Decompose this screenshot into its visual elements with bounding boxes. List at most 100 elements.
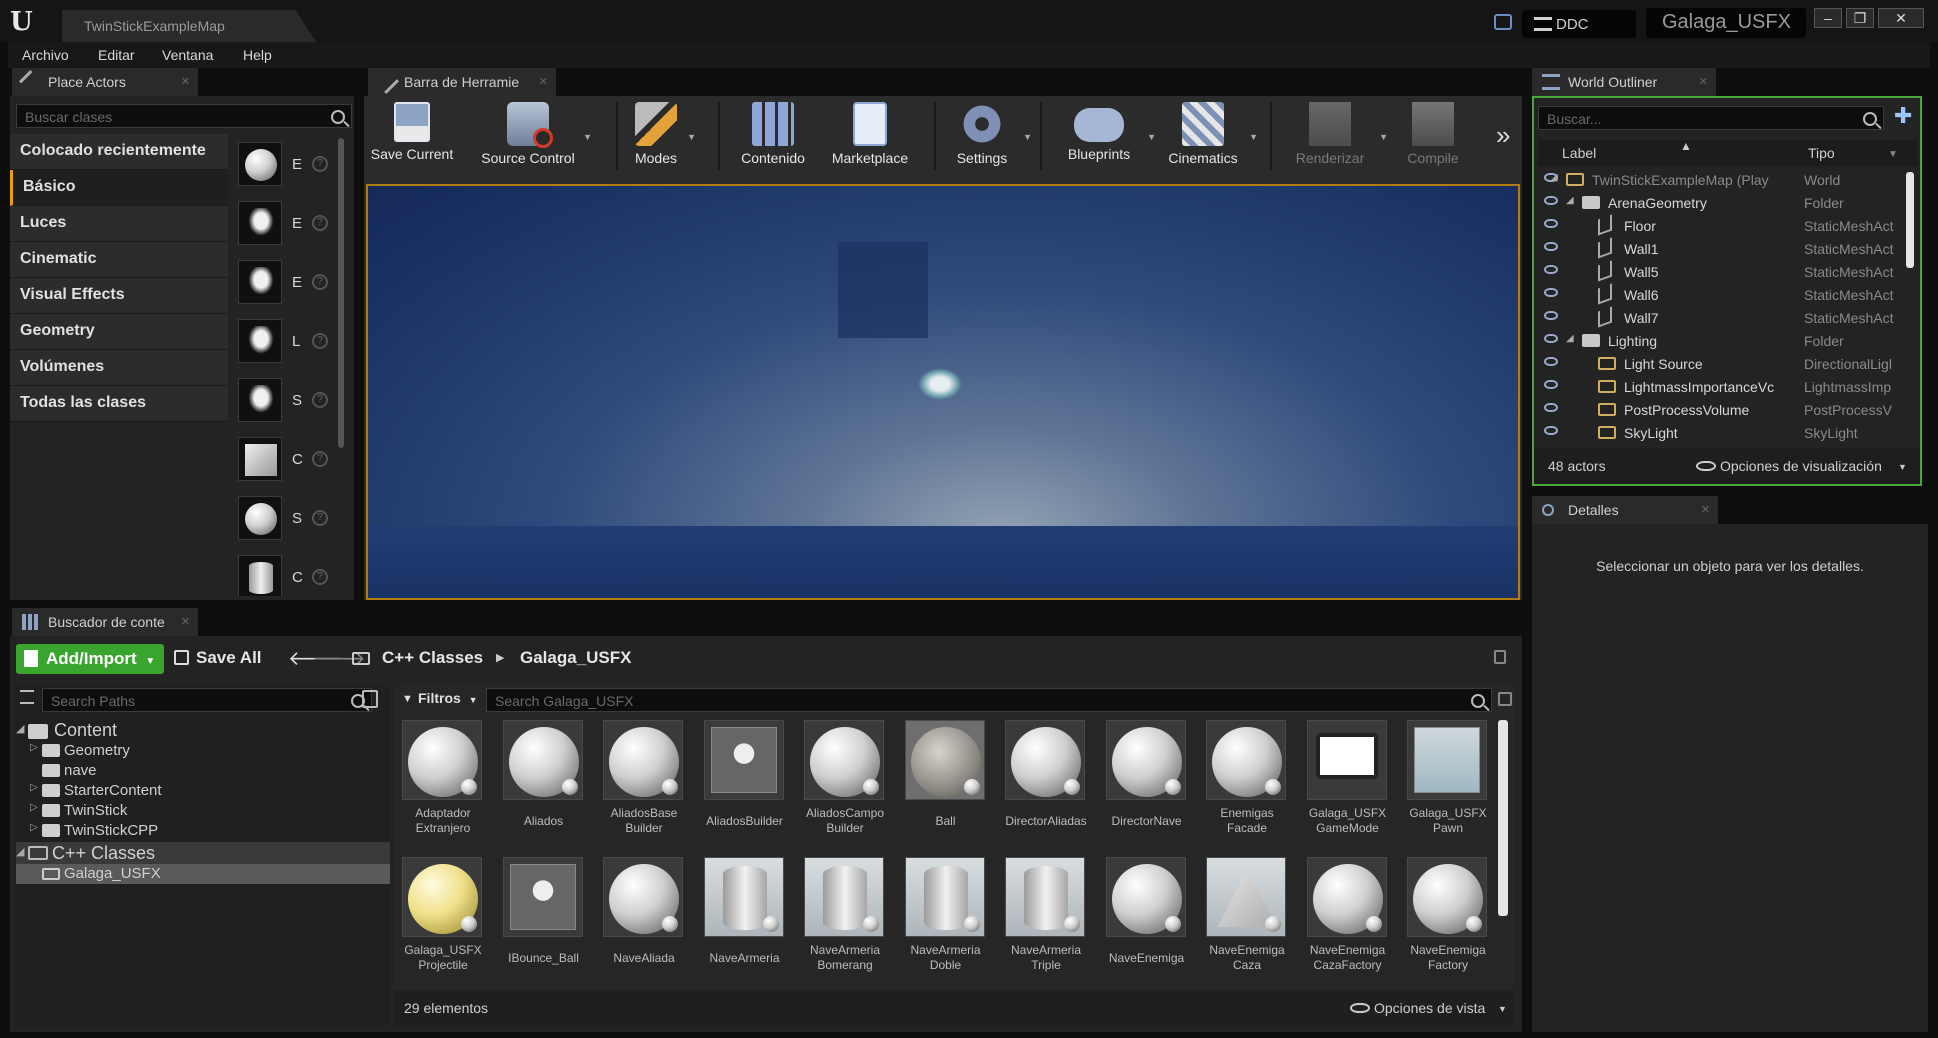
help-icon[interactable]: ? — [312, 333, 328, 349]
dropdown-arrow-icon[interactable]: ▼ — [1898, 462, 1907, 472]
place-actors-search[interactable]: Buscar clases — [16, 104, 352, 128]
place-actor-item[interactable]: C? — [238, 553, 338, 596]
filters-button[interactable]: ▼ Filtros ▼ — [402, 690, 478, 706]
outliner-row[interactable]: Wall5 StaticMeshAct — [1542, 260, 1893, 283]
visibility-eye-icon[interactable] — [1544, 242, 1558, 251]
ddc-button[interactable]: DDC — [1522, 10, 1636, 38]
add-folder-icon[interactable]: ✚ — [1894, 105, 1914, 128]
visibility-eye-icon[interactable] — [1544, 403, 1558, 412]
place-actor-item[interactable]: E? — [238, 199, 338, 249]
outliner-row[interactable]: Wall6 StaticMeshAct — [1542, 283, 1893, 306]
save-current-button[interactable]: Save Current — [370, 102, 454, 174]
content-button[interactable]: Contenido — [730, 102, 816, 174]
compile-button[interactable]: Compile — [1394, 102, 1472, 174]
asset-tile[interactable]: NaveEnemiga Factory — [1407, 857, 1489, 973]
asset-tile[interactable]: AliadosBase Builder — [603, 720, 685, 836]
asset-tile[interactable]: DirectorAliadas — [1005, 720, 1087, 829]
source-control-button[interactable]: Source Control ▼ — [474, 102, 592, 174]
outliner-row[interactable]: Wall7 StaticMeshAct — [1542, 306, 1893, 329]
help-icon[interactable]: ? — [312, 569, 328, 585]
place-actors-tab[interactable]: Place Actors ✕ — [12, 68, 198, 96]
tree-folder-startercontent[interactable]: StarterContent — [64, 782, 162, 799]
outliner-row[interactable]: ◢ Lighting Folder — [1542, 329, 1844, 352]
view-options-button[interactable]: Opciones de vista — [1374, 1000, 1485, 1016]
visibility-eye-icon[interactable] — [1544, 288, 1558, 297]
world-outliner-tab[interactable]: World Outliner ✕ — [1532, 68, 1716, 96]
toolbar-tab[interactable]: Barra de Herramie ✕ — [368, 68, 556, 96]
help-icon[interactable]: ? — [312, 451, 328, 467]
tree-collapsed-icon[interactable]: ▷ — [30, 742, 38, 753]
visibility-eye-icon[interactable] — [1544, 334, 1558, 343]
tree-folder-nave[interactable]: nave — [64, 762, 97, 779]
outliner-row[interactable]: Wall1 StaticMeshAct — [1542, 237, 1893, 260]
tree-folder-twinstick[interactable]: TwinStick — [64, 802, 127, 819]
minimize-button[interactable]: ‒ — [1814, 8, 1842, 28]
tree-row-cpp-classes[interactable]: ◢ C++ Classes — [16, 842, 390, 864]
asset-tile[interactable]: Galaga_USFX Projectile — [402, 857, 484, 973]
outliner-row[interactable]: ◢ TwinStickExampleMap (Play World — [1542, 168, 1840, 191]
category-all-classes[interactable]: Todas las clases — [10, 386, 228, 422]
build-button[interactable]: Renderizar ▼ — [1282, 102, 1388, 174]
category-volumes[interactable]: Volúmenes — [10, 350, 228, 386]
help-icon[interactable]: ? — [312, 510, 328, 526]
dropdown-arrow-icon[interactable]: ▼ — [583, 132, 592, 142]
category-visual-effects[interactable]: Visual Effects — [10, 278, 228, 314]
toolbar-overflow-button[interactable]: » — [1496, 120, 1510, 151]
tree-expanded-icon[interactable]: ◢ — [16, 722, 24, 735]
tree-expanded-icon[interactable]: ◢ — [1550, 172, 1558, 183]
asset-tile[interactable]: NaveEnemiga — [1105, 857, 1188, 966]
visibility-eye-icon[interactable] — [1544, 196, 1558, 205]
tab-close-icon[interactable]: ✕ — [1701, 503, 1710, 516]
help-icon[interactable]: ? — [312, 274, 328, 290]
menu-editar[interactable]: Editar — [98, 47, 135, 63]
place-actor-item[interactable]: L? — [238, 317, 338, 367]
column-type[interactable]: Tipo — [1808, 145, 1835, 161]
asset-tile[interactable]: AliadosCampo Builder — [804, 720, 886, 836]
add-import-button[interactable]: Add/Import ▼ — [16, 644, 164, 674]
asset-tile[interactable]: NaveAliada — [603, 857, 685, 966]
map-tab[interactable]: TwinStickExampleMap — [62, 10, 316, 42]
asset-scrollbar[interactable] — [1498, 720, 1508, 916]
visibility-eye-icon[interactable] — [1544, 357, 1558, 366]
help-icon[interactable]: ? — [312, 156, 328, 172]
asset-tile[interactable]: NaveArmeria Doble — [904, 857, 987, 973]
asset-tile[interactable]: NaveArmeria — [703, 857, 786, 966]
lock-icon[interactable] — [1494, 650, 1506, 664]
dropdown-arrow-icon[interactable]: ▼ — [1147, 132, 1156, 142]
tree-expanded-icon[interactable]: ◢ — [1566, 195, 1574, 206]
blueprints-button[interactable]: Blueprints ▼ — [1052, 102, 1156, 174]
menu-ventana[interactable]: Ventana — [162, 47, 213, 63]
asset-tile[interactable]: Enemigas Facade — [1206, 720, 1288, 836]
tab-close-icon[interactable]: ✕ — [181, 75, 190, 88]
place-actors-scrollbar[interactable] — [338, 138, 344, 448]
place-actor-item[interactable]: S? — [238, 376, 338, 426]
maximize-button[interactable]: ❐ — [1846, 8, 1874, 28]
asset-tile[interactable]: IBounce_Ball — [502, 857, 585, 966]
asset-tile[interactable]: AliadosBuilder — [703, 720, 786, 829]
player-ship[interactable] — [918, 368, 962, 400]
menu-archivo[interactable]: Archivo — [22, 47, 69, 63]
marketplace-button[interactable]: Marketplace — [822, 102, 918, 174]
tree-collapsed-icon[interactable]: ▷ — [30, 802, 38, 813]
settings-button[interactable]: Settings ▼ — [942, 102, 1032, 174]
menu-help[interactable]: Help — [243, 47, 272, 63]
tab-close-icon[interactable]: ✕ — [181, 615, 190, 628]
save-all-button[interactable]: Save All — [174, 648, 262, 668]
sources-collapse-icon[interactable] — [20, 690, 34, 704]
level-viewport[interactable] — [366, 184, 1520, 600]
tree-expanded-icon[interactable]: ◢ — [16, 845, 24, 858]
graduation-cap-icon[interactable] — [1494, 14, 1512, 30]
close-button[interactable]: ✕ — [1878, 8, 1924, 28]
place-actor-item[interactable]: E? — [238, 258, 338, 308]
outliner-view-options[interactable]: Opciones de visualización — [1720, 458, 1882, 474]
visibility-eye-icon[interactable] — [1544, 219, 1558, 228]
outliner-row[interactable]: SkyLight SkyLight — [1542, 421, 1858, 444]
asset-tile[interactable]: Galaga_USFX GameMode — [1306, 720, 1389, 836]
save-search-icon[interactable] — [1498, 692, 1512, 706]
details-tab[interactable]: Detalles ✕ — [1532, 496, 1718, 524]
asset-tile[interactable]: NaveArmeria Triple — [1005, 857, 1087, 973]
place-actor-item[interactable]: E? — [238, 140, 338, 190]
tree-expanded-icon[interactable]: ◢ — [1566, 333, 1574, 344]
outliner-search[interactable]: Buscar... — [1538, 106, 1884, 130]
outliner-row[interactable]: Light Source DirectionalLigl — [1542, 352, 1892, 375]
